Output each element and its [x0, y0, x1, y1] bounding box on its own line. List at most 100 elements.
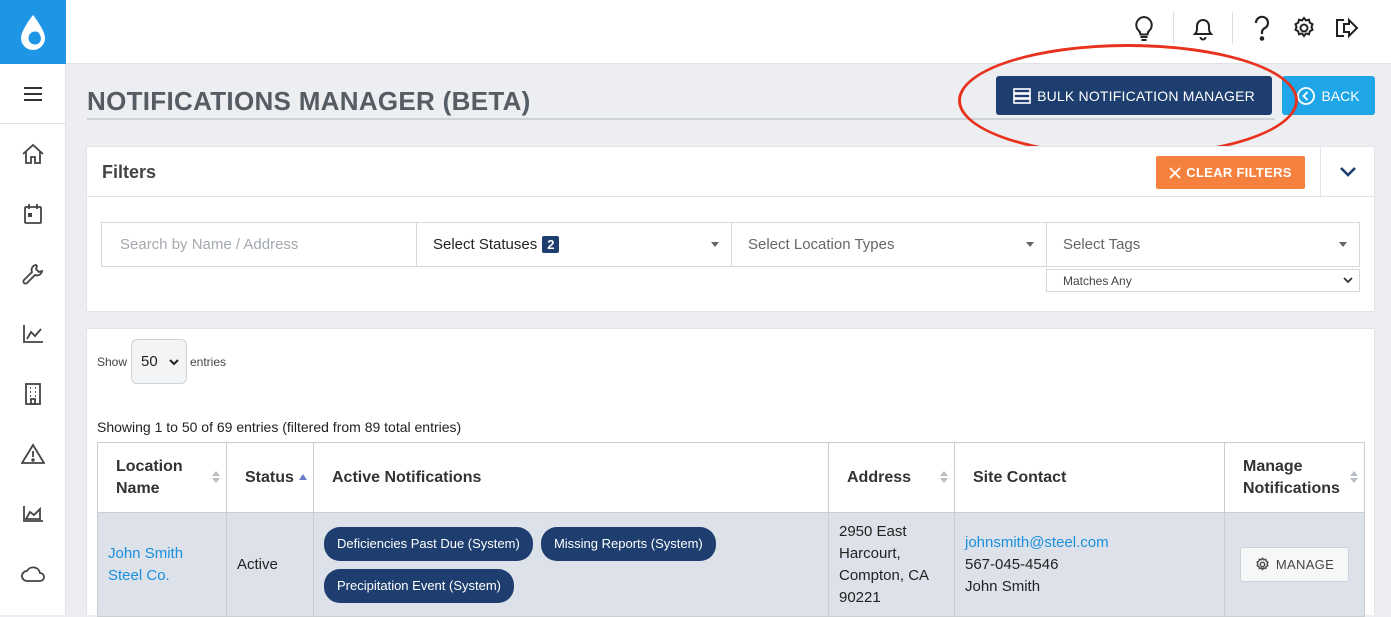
- column-header-manage-notifications[interactable]: Manage Notifications: [1224, 442, 1365, 513]
- calendar-icon: [24, 204, 42, 224]
- notification-pill[interactable]: Precipitation Event (System): [324, 568, 515, 603]
- back-label: BACK: [1321, 87, 1360, 104]
- search-field[interactable]: [101, 222, 417, 267]
- column-header-active-notifications: Active Notifications: [313, 442, 829, 513]
- title-divider: [87, 118, 1275, 120]
- status-cell: Active: [226, 512, 314, 617]
- location-type-select[interactable]: Select Location Types: [731, 222, 1047, 267]
- chevron-down-icon: [1343, 277, 1353, 284]
- filters-header: Filters CLEAR FILTERS: [87, 147, 1374, 197]
- page-title: NOTIFICATIONS MANAGER (BETA): [87, 86, 531, 116]
- contact-name: John Smith: [965, 577, 1041, 595]
- caret-down-icon: [1339, 242, 1347, 247]
- help-icon[interactable]: [1247, 13, 1277, 43]
- caret-down-icon: [711, 242, 719, 247]
- back-button[interactable]: BACK: [1282, 76, 1375, 115]
- table-header-row: Location Name Status Active Notification…: [97, 442, 1365, 513]
- bulk-notification-manager-button[interactable]: BULK NOTIFICATION MANAGER: [996, 76, 1272, 115]
- collapse-filters-toggle[interactable]: [1320, 147, 1374, 197]
- location-name-link[interactable]: John Smith Steel Co.: [108, 545, 183, 584]
- column-label: Manage: [1243, 457, 1303, 475]
- close-icon: [1169, 166, 1181, 179]
- sidebar-item-home[interactable]: [0, 134, 66, 174]
- sidebar-item-analytics[interactable]: [0, 494, 66, 534]
- column-header-location-name[interactable]: Location Name: [97, 442, 227, 513]
- manage-cell: MANAGE: [1224, 512, 1365, 617]
- entries-label: entries: [190, 355, 227, 369]
- sidebar: [0, 64, 66, 615]
- top-bar: [0, 0, 1391, 64]
- app-logo[interactable]: [0, 0, 66, 64]
- water-drop-logo-icon: [21, 15, 45, 50]
- menu-toggle[interactable]: [0, 64, 66, 124]
- location-type-select-label: Select Location Types: [748, 236, 895, 253]
- column-label: Location: [116, 457, 183, 475]
- sidebar-item-maintenance[interactable]: [0, 254, 66, 294]
- sidebar-item-reports[interactable]: [0, 314, 66, 354]
- locations-table: Location Name Status Active Notification…: [97, 442, 1365, 617]
- chevron-down-icon: [1339, 167, 1356, 177]
- logout-icon[interactable]: [1331, 13, 1361, 43]
- table-row: John Smith Steel Co. Active Deficiencies …: [97, 512, 1365, 617]
- column-label: Name: [116, 479, 160, 497]
- lightbulb-icon[interactable]: [1129, 13, 1159, 43]
- warning-icon: [21, 443, 45, 464]
- bell-icon[interactable]: [1188, 13, 1218, 43]
- menu-icon: [24, 86, 42, 101]
- contact-email-link[interactable]: johnsmith@steel.com: [965, 534, 1109, 551]
- cloud-icon: [21, 566, 45, 582]
- location-name-cell: John Smith Steel Co.: [97, 512, 227, 617]
- tags-match-select[interactable]: Matches Any: [1046, 269, 1360, 292]
- chart-icon: [23, 325, 43, 343]
- sort-icon: [940, 471, 948, 483]
- notification-pill[interactable]: Missing Reports (System): [540, 526, 716, 561]
- site-contact-cell: johnsmith@steel.com 567-045-4546 John Sm…: [954, 512, 1225, 617]
- gear-icon[interactable]: [1289, 13, 1319, 43]
- top-icon-bar: [1129, 12, 1361, 44]
- sidebar-item-locations[interactable]: [0, 374, 66, 414]
- manage-label: MANAGE: [1275, 557, 1335, 572]
- sidebar-item-alerts[interactable]: [0, 434, 66, 474]
- locations-table-panel: Show 50 entries Showing 1 to 50 of 69 en…: [86, 328, 1375, 617]
- show-label: Show: [97, 355, 128, 369]
- sort-icon: [212, 471, 220, 483]
- column-label: Status: [245, 468, 294, 486]
- chevron-down-icon: [169, 359, 179, 366]
- notification-pill[interactable]: Deficiencies Past Due (System): [324, 526, 533, 561]
- status-select-label: Select Statuses: [433, 236, 538, 253]
- manage-button[interactable]: MANAGE: [1239, 547, 1350, 582]
- column-header-address[interactable]: Address: [828, 442, 955, 513]
- tags-select-label: Select Tags: [1063, 236, 1141, 253]
- status-count-badge: 2: [542, 236, 560, 253]
- divider: [1232, 12, 1233, 44]
- server-list-icon: [1013, 87, 1031, 104]
- tags-select[interactable]: Select Tags: [1046, 222, 1360, 267]
- search-input[interactable]: [118, 235, 400, 254]
- sort-icon: [1350, 471, 1358, 483]
- tags-match-value: Matches Any: [1063, 273, 1132, 288]
- caret-down-icon: [1026, 242, 1034, 247]
- building-icon: [25, 383, 41, 405]
- contact-phone: 567-045-4546: [965, 555, 1059, 573]
- filters-title: Filters: [102, 162, 157, 182]
- bulk-notification-manager-label: BULK NOTIFICATION MANAGER: [1037, 87, 1255, 104]
- clear-filters-button[interactable]: CLEAR FILTERS: [1156, 156, 1305, 189]
- chevron-left-circle-icon: [1297, 86, 1316, 105]
- column-header-status[interactable]: Status: [226, 442, 314, 513]
- entries-per-page-value: 50: [141, 353, 158, 370]
- column-label: Site Contact: [973, 468, 1067, 486]
- sidebar-item-calendar[interactable]: [0, 194, 66, 234]
- home-icon: [22, 143, 44, 164]
- sort-ascending-icon: [299, 474, 307, 480]
- sidebar-item-weather[interactable]: [0, 554, 66, 594]
- clear-filters-label: CLEAR FILTERS: [1186, 165, 1292, 180]
- area-chart-icon: [23, 506, 43, 522]
- entries-per-page-select[interactable]: 50: [131, 339, 187, 384]
- wrench-icon: [22, 264, 44, 285]
- status-select[interactable]: Select Statuses 2: [416, 222, 732, 267]
- table-info: Showing 1 to 50 of 69 entries (filtered …: [97, 419, 462, 435]
- gear-icon: [1256, 557, 1269, 571]
- column-label: Address: [847, 468, 912, 486]
- column-label: Notifications: [1243, 479, 1340, 497]
- active-notifications-cell: Deficiencies Past Due (System) Missing R…: [313, 512, 829, 617]
